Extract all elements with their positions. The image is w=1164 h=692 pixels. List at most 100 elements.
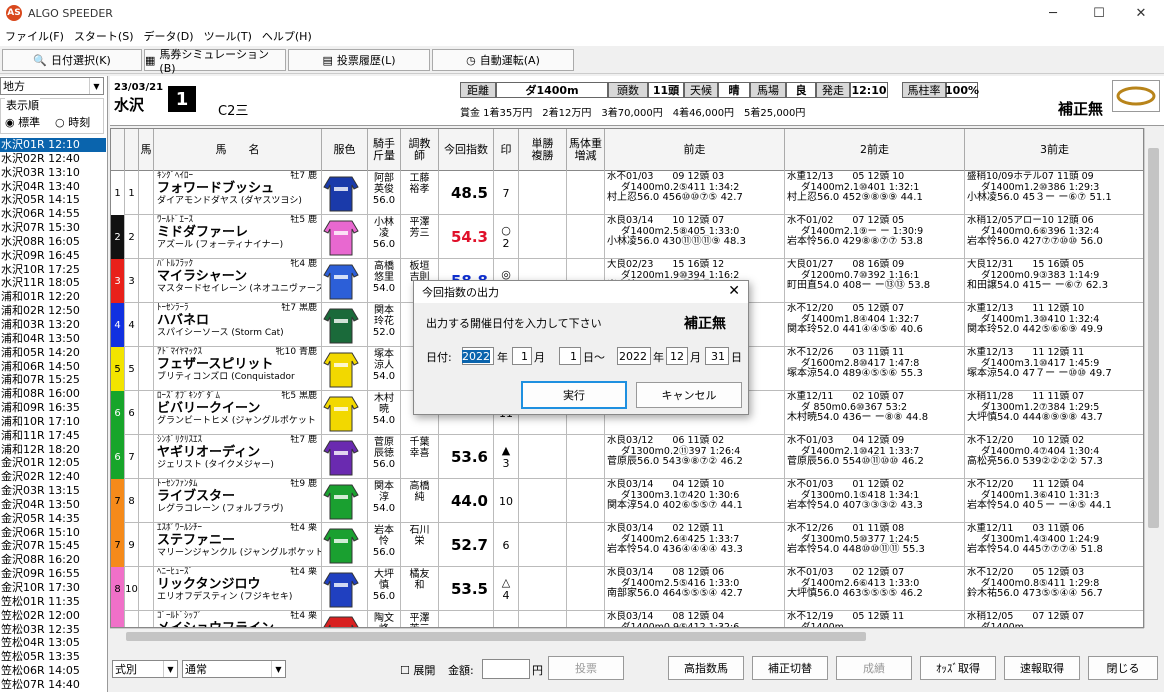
auto-run-button[interactable]: ◷ 自動運転(A) [432,49,574,71]
mark-cell[interactable]: ○ 2 [494,215,519,259]
table-row[interactable]: 2 2 ﾜｰﾙﾄﾞｴｰｽ 牡5 鹿 ミドダファーレ アズール (フォーティナイナー… [111,215,1143,259]
header-weight[interactable]: 馬体重 増減 [567,129,605,171]
quick-report-button[interactable]: 速報取得 [1004,656,1080,680]
header-prev1[interactable]: 前走 [605,129,785,171]
mark-cell[interactable]: 6 [494,523,519,567]
horse-name-cell[interactable]: ﾄｰｾﾝﾌｧﾝﾀﾑ 牡9 鹿 ライブスター レグラコレーン (フォルブラヴ) [154,479,322,523]
horse-name-cell[interactable]: ｷﾝｸﾞﾍｲﾛｰ 牡7 鹿 フォワードブッシュ ダイアモンドダヤス (ダヤスツヨシ… [154,171,322,215]
vote-history-button[interactable]: ▤ 投票履歴(L) [288,49,430,71]
header-silk[interactable]: 服色 [322,129,368,171]
race-list-item[interactable]: 金沢10R 17:30 [0,581,106,595]
mark-cell[interactable]: ▲ 3 [494,435,519,479]
race-list-item[interactable]: 浦和10R 17:10 [0,415,106,429]
odds-button[interactable]: ｵｯｽﾞ取得 [920,656,996,680]
race-list-item[interactable]: 浦和12R 18:20 [0,443,106,457]
bet-type-select[interactable]: 式別 ▼ [112,660,178,678]
race-list-item[interactable]: 水沢04R 13:40 [0,180,106,194]
race-list-item[interactable]: 笠松01R 11:35 [0,595,106,609]
correction-switch-button[interactable]: 補正切替 [752,656,828,680]
bet-simulation-button[interactable]: ▦ 馬券シミュレーション(B) [144,48,286,75]
race-list-item[interactable]: 笠松02R 12:00 [0,609,106,623]
table-row[interactable]: 8 11 ｺﾞｰﾙﾄﾞｼｯﾌﾟ牡4 栗 メイショウフライン 陶文 峰 平澤 芳三… [111,611,1143,627]
race-list-item[interactable]: 金沢04R 13:50 [0,498,106,512]
race-list-item[interactable]: 浦和09R 16:35 [0,401,106,415]
race-list-item[interactable]: 金沢07R 15:45 [0,539,106,553]
table-row[interactable]: 7 8 ﾄｰｾﾝﾌｧﾝﾀﾑ 牡9 鹿 ライブスター レグラコレーン (フォルブラヴ… [111,479,1143,523]
header-name[interactable]: 馬 名 [154,129,322,171]
race-list-item[interactable]: 水沢06R 14:55 [0,207,106,221]
race-list-item[interactable]: 笠松07R 14:40 [0,678,106,692]
cancel-button[interactable]: キャンセル [636,382,742,408]
horse-name-cell[interactable]: ﾛｰｽﾞｵﾌﾞｷﾝｸﾞﾀﾞﾑ 牝5 黒鹿 ビバリークイーン グランビートヒメ (ジ… [154,391,322,435]
race-list-item[interactable]: 浦和01R 12:20 [0,290,106,304]
horse-name-cell[interactable]: ﾊﾟﾄﾙﾌﾗｯｸ 牝4 鹿 マイラシャーン マスタードセイレーン (ネオユニヴァー… [154,259,322,303]
header-horse-no[interactable]: 馬 [139,129,154,171]
horizontal-scroll-thumb[interactable] [126,632,866,641]
mode-select[interactable]: 通常 ▼ [182,660,286,678]
race-list-item[interactable]: 浦和02R 12:50 [0,304,106,318]
race-list-item[interactable]: 笠松04R 13:05 [0,636,106,650]
race-list-item[interactable]: 金沢01R 12:05 [0,456,106,470]
from-month-input[interactable]: 1 [512,347,532,365]
race-list-item[interactable]: 浦和04R 13:50 [0,332,106,346]
race-list-item[interactable]: 浦和06R 14:50 [0,360,106,374]
horse-name-cell[interactable]: ｴｽﾎﾟﾜｰﾙｼﾁｰ 牡4 栗 ステファニー マリーンジャンクル (ジャングルポケ… [154,523,322,567]
race-list-item[interactable]: 浦和07R 15:25 [0,373,106,387]
close-icon[interactable]: ✕ [728,283,740,299]
vertical-scrollbar[interactable] [1144,128,1162,628]
close-button[interactable]: 閉じる [1088,656,1158,680]
horse-name-cell[interactable]: ﾄｰｾﾝﾗｰﾗ 牡7 黒鹿 ハバネロ スパイシーソース (Storm Cat) [154,303,322,347]
header-mark[interactable]: 印 [494,129,519,171]
race-list-item[interactable]: 浦和08R 16:00 [0,387,106,401]
table-row[interactable]: 8 10 ﾍﾆｰﾋｭｰｽﾞ 牡4 栗 リックタンジロウ エリオフデスティン (フジ… [111,567,1143,611]
race-list-item[interactable]: 水沢10R 17:25 [0,263,106,277]
race-list-item[interactable]: 笠松05R 13:35 [0,650,106,664]
header-prev3[interactable]: 3前走 [965,129,1143,171]
horse-name-cell[interactable]: ｺﾞｰﾙﾄﾞｼｯﾌﾟ牡4 栗 メイショウフライン [154,611,322,627]
from-day-input[interactable]: 1 [559,347,581,365]
race-list-item[interactable]: 水沢11R 18:05 [0,276,106,290]
horse-name-cell[interactable]: ﾜｰﾙﾄﾞｴｰｽ 牡5 鹿 ミドダファーレ アズール (フォーティナイナー) [154,215,322,259]
race-list-item[interactable]: 笠松06R 14:05 [0,664,106,678]
high-index-button[interactable]: 高指数馬 [668,656,744,680]
mark-cell[interactable] [494,611,519,627]
header-win[interactable]: 単勝 複勝 [519,129,567,171]
region-select[interactable]: 地方 ▼ [0,77,104,95]
radio-standard[interactable]: ◉ 標準 [5,114,40,130]
race-list-item[interactable]: 金沢02R 12:40 [0,470,106,484]
menu-tool[interactable]: ツール(T) [199,28,257,44]
horizontal-scrollbar[interactable] [110,628,1144,644]
table-row[interactable]: 1 1 ｷﾝｸﾞﾍｲﾛｰ 牡7 鹿 フォワードブッシュ ダイアモンドダヤス (ダヤ… [111,171,1143,215]
expand-checkbox[interactable]: ☐ 展開 [400,662,435,678]
race-list-item[interactable]: 金沢05R 14:35 [0,512,106,526]
race-list-item[interactable]: 浦和11R 17:45 [0,429,106,443]
race-list-item[interactable]: 水沢05R 14:15 [0,193,106,207]
header-prev2[interactable]: 2前走 [785,129,965,171]
table-row[interactable]: 6 7 ｼﾝﾎﾞﾘｸﾘｽｴｽ 牡7 鹿 ヤギリオーディン ジェリスト (タイクメジ… [111,435,1143,479]
execute-button[interactable]: 実行 [521,381,627,409]
radio-time[interactable]: ○ 時刻 [55,114,90,130]
to-day-input[interactable]: 31 [705,347,729,365]
mark-cell[interactable]: 7 [494,171,519,215]
race-list-item[interactable]: 水沢09R 16:45 [0,249,106,263]
vertical-scroll-thumb[interactable] [1148,148,1159,528]
table-row[interactable]: 7 9 ｴｽﾎﾟﾜｰﾙｼﾁｰ 牡4 栗 ステファニー マリーンジャンクル (ジャン… [111,523,1143,567]
race-list-item[interactable]: 水沢02R 12:40 [0,152,106,166]
race-list-item[interactable]: 笠松03R 12:35 [0,623,106,637]
header-index[interactable]: 今回指数 [439,129,494,171]
close-icon[interactable]: ✕ [1118,0,1164,26]
maximize-icon[interactable]: ☐ [1076,0,1122,26]
amount-input[interactable] [482,659,530,679]
race-list-item[interactable]: 金沢09R 16:55 [0,567,106,581]
race-list-item[interactable]: 金沢06R 15:10 [0,526,106,540]
vote-button[interactable]: 投票 [548,656,624,680]
race-list-item[interactable]: 金沢08R 16:20 [0,553,106,567]
race-list-item[interactable]: 浦和03R 13:20 [0,318,106,332]
race-list-item[interactable]: 金沢03R 13:15 [0,484,106,498]
race-list-item[interactable]: 水沢03R 13:10 [0,166,106,180]
header-jockey[interactable]: 騎手 斤量 [368,129,401,171]
horse-name-cell[interactable]: ｼﾝﾎﾞﾘｸﾘｽｴｽ 牡7 鹿 ヤギリオーディン ジェリスト (タイクメジャー) [154,435,322,479]
race-list-item[interactable]: 浦和05R 14:20 [0,346,106,360]
grade-button[interactable]: 成績 [836,656,912,680]
race-list-item[interactable]: 水沢01R 12:10 [0,138,106,152]
